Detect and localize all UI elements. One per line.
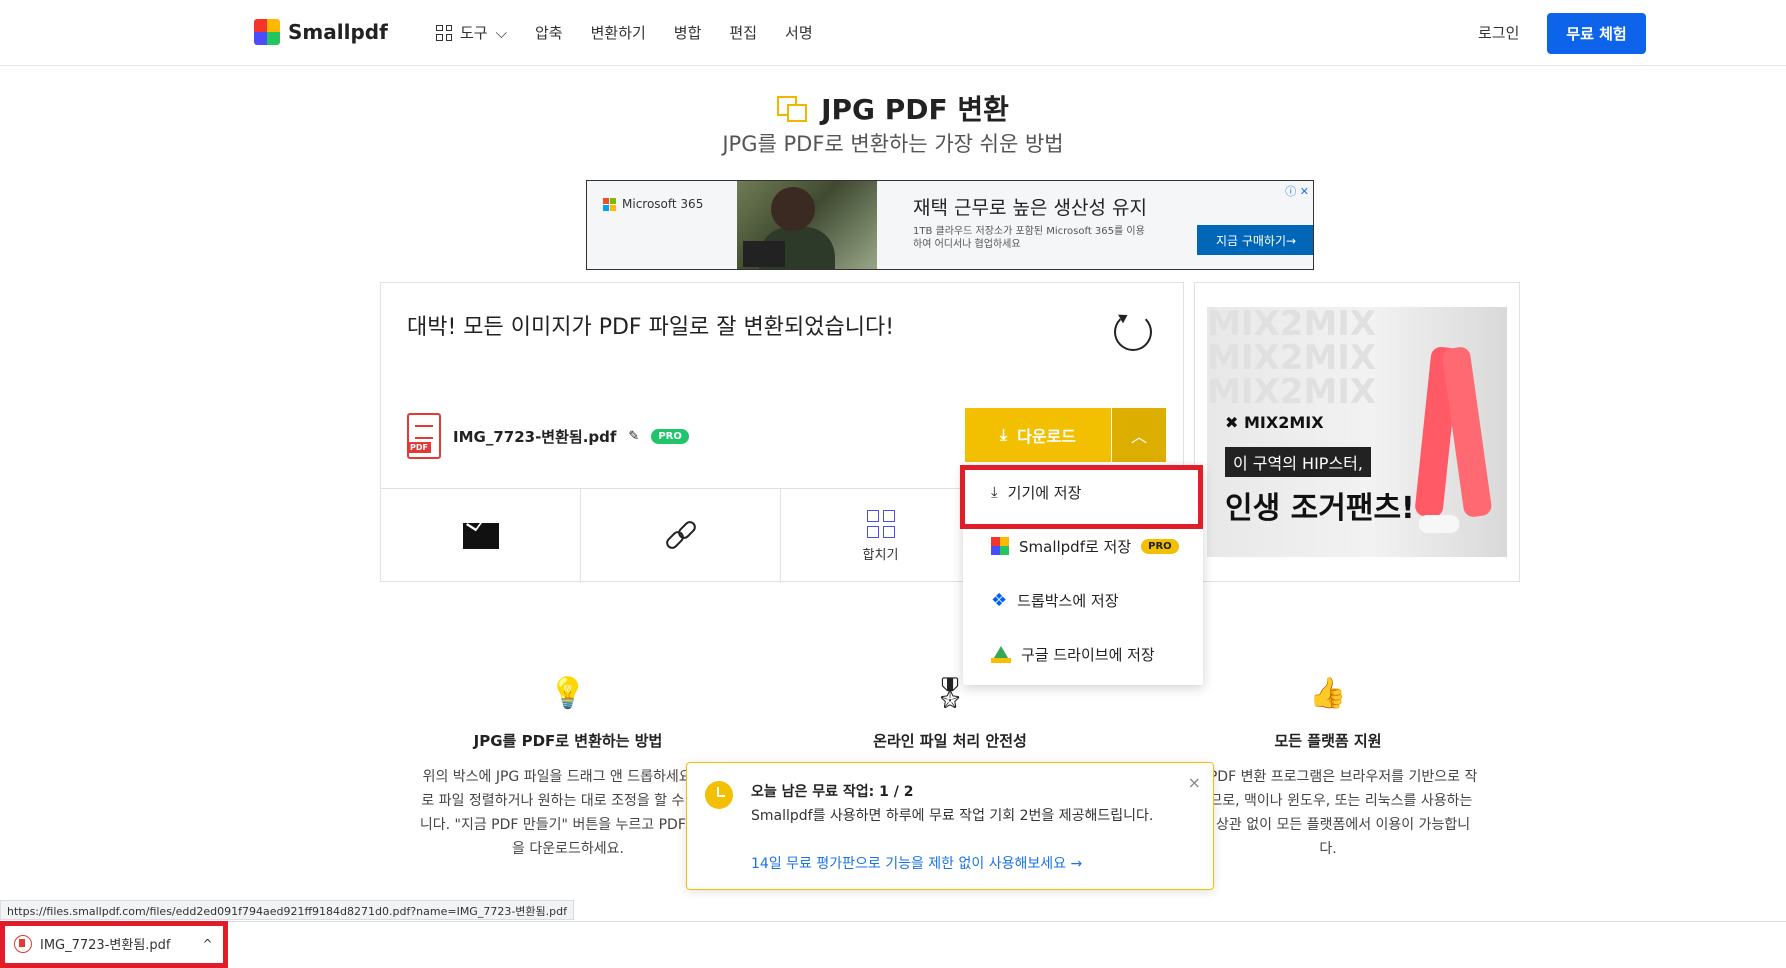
annotation-highlight-download: [0, 921, 228, 968]
page-title-row: JPG PDF 변환: [0, 88, 1786, 128]
start-over-icon[interactable]: [1114, 313, 1152, 351]
nav-tools-menu[interactable]: 도구 ⌵: [436, 22, 507, 43]
jogger-pants-photo: [1414, 327, 1493, 547]
page-subtitle: JPG를 PDF로 변환하는 가장 쉬운 방법: [722, 132, 1064, 156]
merge-grid-icon: [866, 509, 895, 538]
annotation-highlight-save-to-device: [960, 465, 1203, 529]
menu-item-label: 구글 드라이브에 저장: [1021, 645, 1155, 664]
thumbs-up-icon: 👍: [1309, 676, 1347, 711]
ad-brand: Microsoft 365: [603, 197, 703, 211]
nav-tools-label: 도구: [460, 24, 488, 42]
ad-photo-person-laptop: [737, 181, 877, 269]
smallpdf-logo-icon: [254, 19, 280, 45]
ad-tagline: 이 구역의 HIP스터,: [1225, 447, 1371, 477]
smallpdf-logo-icon: [991, 537, 1009, 555]
link-status-url: https://files.smallpdf.com/files/edd2ed0…: [0, 900, 574, 920]
side-ad-mix2mix[interactable]: MIX2MIX MIX2MIX MIX2MIX ✖ MIX2MIX 이 구역의 HI…: [1194, 282, 1520, 582]
nav-item-sign[interactable]: 서명: [785, 22, 813, 43]
download-label: 다운로드: [1017, 427, 1076, 446]
link-icon: [663, 518, 699, 554]
browser-download-shelf: IMG_7723-변환됨.pdf ^: [0, 921, 1786, 968]
top-nav-bar: Smallpdf 도구 ⌵ 압축 변환하기 병합 편집 서명 로그인 무료 체험: [0, 0, 1786, 66]
free-trial-button[interactable]: 무료 체험: [1547, 13, 1646, 54]
share-link-action[interactable]: [581, 489, 781, 583]
envelope-icon: [462, 523, 499, 549]
pdf-tag: PDF: [407, 442, 431, 453]
grid-icon: [436, 24, 452, 41]
feature-security: 🎖 온라인 파일 처리 안전성: [800, 676, 1100, 765]
google-drive-icon: [991, 645, 1011, 663]
page-title: JPG PDF 변환: [821, 93, 1009, 126]
feature-text: 위의 박스에 JPG 파일을 드래그 앤 드롭하세요. 바로 파일 정렬하거나 …: [419, 769, 717, 857]
pro-badge: PRO: [1141, 538, 1179, 554]
nav-item-edit[interactable]: 편집: [729, 22, 757, 43]
dropbox-icon: ❖: [991, 589, 1008, 611]
toast-title: 오늘 남은 무료 작업: 1 / 2: [751, 784, 914, 800]
result-file-name[interactable]: IMG_7723-변환됨.pdf: [453, 426, 616, 447]
ad-choices-close-icon[interactable]: ⓘ ✕: [1285, 183, 1309, 199]
feature-title: 모든 플랫폼 지원: [1274, 732, 1382, 750]
nav-item-compress[interactable]: 압축: [535, 22, 563, 43]
download-button[interactable]: ⤓ 다운로드: [965, 408, 1111, 462]
menu-item-label: 드롭박스에 저장: [1017, 591, 1119, 610]
logo-text: Smallpdf: [288, 20, 388, 44]
ad-brand-text: Microsoft 365: [622, 197, 704, 211]
banner-ad-microsoft[interactable]: Microsoft 365 재택 근무로 높은 생산성 유지 1TB 클라우드 …: [586, 180, 1314, 270]
smallpdf-logo[interactable]: Smallpdf: [254, 19, 388, 45]
feature-how-to: 💡 JPG를 PDF로 변환하는 방법 위의 박스에 JPG 파일을 드래그 앤…: [418, 676, 718, 861]
microsoft-logo-icon: [603, 197, 616, 211]
success-message: 대박! 모든 이미지가 PDF 파일로 잘 변환되었습니다!: [407, 315, 895, 340]
ad-headline: 재택 근무로 높은 생산성 유지: [913, 197, 1147, 219]
lightbulb-icon: 💡: [549, 676, 587, 711]
jpg-to-pdf-icon: [777, 92, 809, 124]
pro-badge: PRO: [651, 428, 689, 444]
login-link[interactable]: 로그인: [1478, 22, 1519, 43]
feature-text: 저희 PDF 변환 프로그램은 브라우저를 기반으로 작동하므로, 맥이나 윈도…: [1178, 769, 1478, 857]
toast-body: Smallpdf를 사용하면 하루에 무료 작업 기회 2번을 제공해드립니다.: [751, 808, 1154, 824]
chevron-up-icon: ︿: [1130, 427, 1147, 446]
email-action[interactable]: [381, 489, 581, 583]
download-icon: ⤓: [1000, 425, 1008, 444]
nav-item-merge[interactable]: 병합: [674, 22, 702, 43]
feature-title: 온라인 파일 처리 안전성: [873, 732, 1027, 750]
ad-description: 1TB 클라우드 저장소가 포함된 Microsoft 365를 이용하여 어디…: [913, 226, 1145, 250]
ad-brand-logo: ✖ MIX2MIX: [1225, 413, 1324, 432]
ad-buy-button[interactable]: 지금 구매하기→: [1197, 225, 1313, 255]
feature-title: JPG를 PDF로 변환하는 방법: [473, 732, 663, 750]
free-tasks-toast: 오늘 남은 무료 작업: 1 / 2 Smallpdf를 사용하면 하루에 무료…: [686, 762, 1214, 890]
main-nav: 도구 ⌵ 압축 변환하기 병합 편집 서명: [436, 22, 813, 43]
menu-item-label: Smallpdf로 저장: [1019, 537, 1132, 556]
merge-label: 합치기: [862, 547, 899, 563]
side-ad-creative: MIX2MIX MIX2MIX MIX2MIX ✖ MIX2MIX 이 구역의 HI…: [1207, 307, 1507, 557]
save-to-google-drive-item[interactable]: 구글 드라이브에 저장: [963, 627, 1203, 681]
download-options-toggle[interactable]: ︿: [1112, 408, 1166, 462]
pdf-file-icon: PDF: [407, 413, 441, 459]
clock-icon: [705, 781, 733, 809]
feature-all-platforms: 👍 모든 플랫폼 지원 저희 PDF 변환 프로그램은 브라우저를 기반으로 작…: [1178, 676, 1478, 861]
close-icon[interactable]: ×: [1188, 773, 1201, 792]
award-ribbon-icon: 🎖: [930, 676, 970, 711]
nav-item-convert[interactable]: 변환하기: [591, 22, 646, 43]
rename-pencil-icon[interactable]: ✎: [628, 429, 639, 444]
chevron-down-icon: ⌵: [495, 23, 507, 42]
ad-headline-big: 인생 조거팬츠!: [1225, 491, 1415, 526]
save-to-dropbox-item[interactable]: ❖ 드롭박스에 저장: [963, 573, 1203, 627]
result-file-row: PDF IMG_7723-변환됨.pdf ✎ PRO: [407, 413, 689, 459]
merge-action[interactable]: 합치기: [781, 489, 981, 583]
ad-watermark: MIX2MIX MIX2MIX MIX2MIX: [1207, 307, 1377, 412]
free-trial-link[interactable]: 14일 무료 평가판으로 기능을 제한 없이 사용해보세요 →: [751, 853, 1082, 873]
